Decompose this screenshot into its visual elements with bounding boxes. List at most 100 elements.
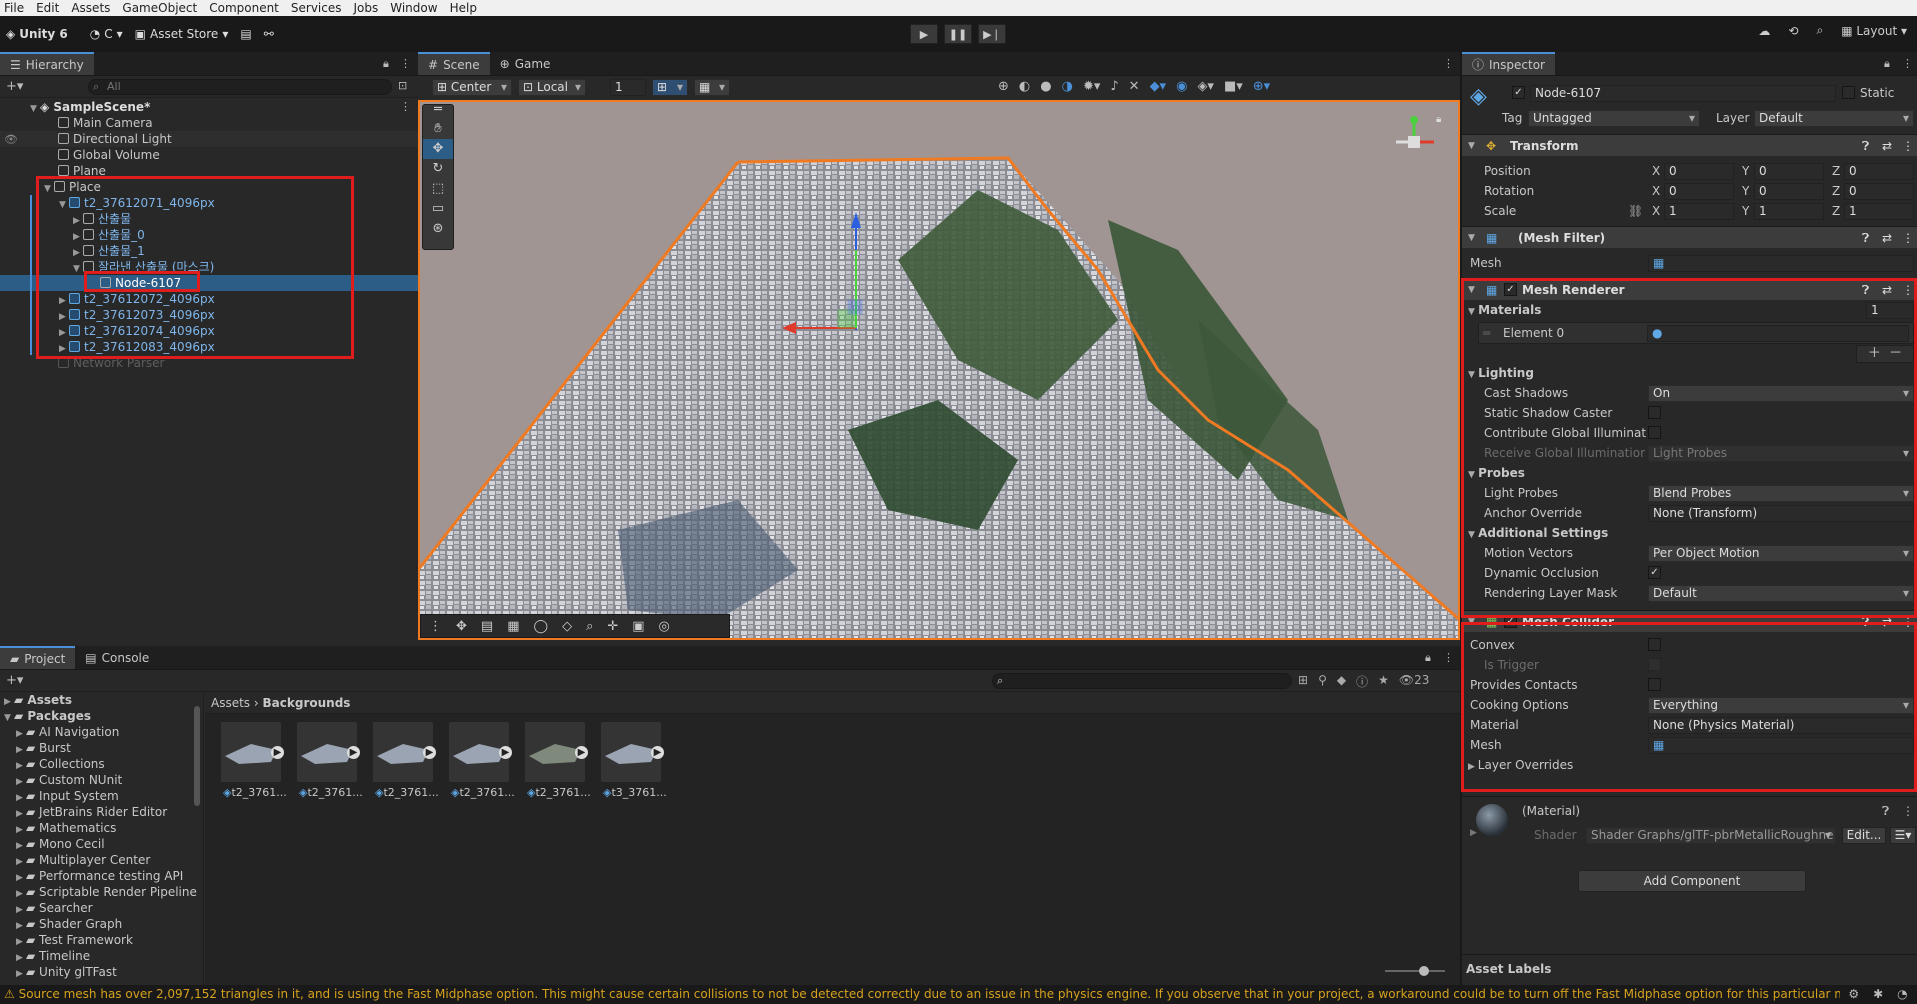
more-icon[interactable]: ⋮ <box>1902 227 1914 249</box>
bug-icon[interactable]: ✱ <box>1873 987 1883 1004</box>
tree-package[interactable]: ▶ ▰ Test Framework <box>16 932 133 948</box>
tab-console[interactable]: ▤ Console <box>75 646 159 669</box>
collider-mesh-field[interactable]: ▦ <box>1648 737 1914 754</box>
tree-package[interactable]: ▶ ▰ AI Navigation <box>16 724 119 740</box>
lock-icon[interactable]: 🔒︎ <box>1436 114 1441 125</box>
active-checkbox[interactable]: ✓ <box>1512 86 1525 99</box>
play-icon[interactable]: ▶ <box>575 746 588 759</box>
wireframe-icon[interactable]: ◑ <box>1062 79 1073 94</box>
help-icon[interactable]: ❓︎ <box>1882 804 1889 819</box>
rotate-tool-icon[interactable]: ↻ <box>423 159 453 179</box>
menu-jobs[interactable]: Jobs <box>354 1 379 15</box>
position-x-input[interactable]: 0 <box>1664 163 1734 180</box>
static-shadow-caster-checkbox[interactable] <box>1648 406 1661 419</box>
scene-root-row[interactable]: ▼ ◈ SampleScene* <box>30 99 150 115</box>
shader-options-icon[interactable]: ☰▾ <box>1890 827 1916 844</box>
tree-package[interactable]: ▶ ▰ Multiplayer Center <box>16 852 150 868</box>
asset-thumbnail[interactable]: ▶ <box>297 722 360 782</box>
project-search-input[interactable]: ⌕ <box>992 673 1292 689</box>
list-item[interactable]: ▼ 잘라낸 산출물 (마스크) <box>73 259 214 275</box>
scale-z-input[interactable]: 1 <box>1844 203 1914 220</box>
tree-package[interactable]: ▶ ▰ Mono Cecil <box>16 836 105 852</box>
tree-package[interactable]: ▶ ▰ Searcher <box>16 900 93 916</box>
rendering-layer-mask-dropdown[interactable]: Default <box>1648 585 1914 602</box>
asset-thumbnail[interactable]: ▶ <box>601 722 664 782</box>
draw-mode-icon[interactable]: ⊕ <box>998 79 1009 94</box>
grid-size-field[interactable]: 1 <box>610 79 646 96</box>
terrain-icon[interactable]: ◇ <box>562 619 572 634</box>
list-item[interactable]: ▼ Place <box>44 179 101 195</box>
menu-services[interactable]: Services <box>291 1 342 15</box>
element0-material-field[interactable]: ● <box>1647 325 1909 342</box>
status-bar[interactable]: ⚠ Source mesh has over 2,097,152 triangl… <box>0 985 1917 1004</box>
account-button[interactable]: ◔ C ▾ <box>84 23 129 45</box>
rotation-z-input[interactable]: 0 <box>1844 183 1914 200</box>
collider-material-field[interactable]: None (Physics Material) <box>1648 717 1914 734</box>
tree-package[interactable]: ▶ ▰ Mathematics <box>16 820 116 836</box>
list-item[interactable]: ▶ t2_37612083_4096px <box>59 339 215 355</box>
menu-help[interactable]: Help <box>450 1 477 15</box>
shaded-icon[interactable]: ● <box>1040 79 1051 94</box>
move-tool-icon[interactable]: ✥ <box>423 139 453 159</box>
pivot-dropdown[interactable]: ⊞ Center <box>432 79 512 96</box>
hand-tool-icon[interactable]: ✋︎ <box>423 119 453 139</box>
rotation-x-input[interactable]: 0 <box>1664 183 1734 200</box>
pivot-icon[interactable]: ✛ <box>607 619 618 634</box>
list-item-selected[interactable]: Node-6107 <box>100 275 181 291</box>
pause-button[interactable]: ❚❚ <box>944 24 972 44</box>
list-item[interactable]: ▼ t2_37612071_4096px <box>59 195 215 211</box>
add-element-button[interactable]: ＋ <box>1868 346 1881 361</box>
add-component-button[interactable]: Add Component <box>1578 870 1806 892</box>
help-icon[interactable]: ❓︎ <box>1862 279 1869 301</box>
help-icon[interactable]: ❓︎ <box>1862 135 1869 157</box>
tree-scrollbar[interactable] <box>194 706 200 806</box>
layout-dropdown[interactable]: ▦ Layout ▾ <box>1841 24 1907 38</box>
camera-icon[interactable]: ■▾ <box>1224 79 1243 94</box>
tree-package[interactable]: ▶ ▰ Custom NUnit <box>16 772 122 788</box>
scene-visibility-icon[interactable]: ⊡ <box>398 79 407 92</box>
mesh-collider-header[interactable]: ▼ ▦ ✓ Mesh Collider ❓︎ ⇄ ⋮ <box>1462 610 1917 632</box>
mesh-filter-header[interactable]: ▼ ▦ (Mesh Filter) ❓︎ ⇄ ⋮ <box>1462 226 1917 248</box>
tree-package[interactable]: ▶ ▰ Unity glTFast <box>16 964 117 980</box>
play-icon[interactable]: ▶ <box>651 746 664 759</box>
scale-y-input[interactable]: 1 <box>1754 203 1824 220</box>
preset-icon[interactable]: ⇄ <box>1882 227 1892 249</box>
contribute-gi-checkbox[interactable] <box>1648 426 1661 439</box>
materials-foldout[interactable]: ▼ Materials <box>1468 303 1541 317</box>
fx-toggle-icon[interactable]: ✕ <box>1129 79 1140 94</box>
move-icon[interactable]: ✥ <box>456 619 467 634</box>
tree-folder-assets[interactable]: ▶ ▰ Assets <box>4 692 72 708</box>
tab-hierarchy[interactable]: ☰ Hierarchy <box>0 52 94 75</box>
lighting-foldout[interactable]: ▼ Lighting <box>1468 366 1534 380</box>
tab-scene[interactable]: # Scene <box>418 52 490 75</box>
gizmos-icon[interactable]: ⊕▾ <box>1253 79 1270 94</box>
tab-project[interactable]: ▰ Project <box>0 646 76 669</box>
scene-viewport[interactable]: 🔒︎ <box>418 100 1460 640</box>
orientation-gizmo[interactable] <box>1384 112 1444 172</box>
more-menu-icon[interactable]: ⋮ <box>1902 57 1913 70</box>
link-icon[interactable]: ⛓︎ <box>1628 204 1643 218</box>
search-by-type-icon[interactable]: ⊞ <box>1298 673 1308 690</box>
list-item[interactable]: ▶ t2_37612072_4096px <box>59 291 215 307</box>
menu-gameobject[interactable]: GameObject <box>122 1 197 15</box>
sphere-icon[interactable]: ◯ <box>534 619 549 634</box>
probes-foldout[interactable]: ▼ Probes <box>1468 466 1525 480</box>
tab-game[interactable]: ⊕ Game <box>490 52 561 75</box>
more-menu-icon[interactable]: ⋮ <box>1443 57 1454 70</box>
play-icon[interactable]: ▶ <box>423 746 436 759</box>
info-icon[interactable]: ⓘ <box>1356 673 1368 690</box>
package-icon[interactable]: ▤ <box>234 23 257 45</box>
layers-icon[interactable]: ◈▾ <box>1197 79 1214 94</box>
list-item[interactable]: ▶ 산출물_1 <box>73 243 145 259</box>
mesh-object-field[interactable]: ▦ <box>1648 255 1914 272</box>
cooking-options-dropdown[interactable]: Everything <box>1648 697 1914 714</box>
thumbnail-size-slider[interactable] <box>1385 966 1445 976</box>
tree-package[interactable]: ▶ ▰ Collections <box>16 756 105 772</box>
rect-tool-icon[interactable]: ▭ <box>423 199 453 219</box>
mesh-renderer-enabled-checkbox[interactable]: ✓ <box>1504 283 1517 296</box>
more-menu-icon[interactable]: ⋮ <box>1443 651 1454 664</box>
align-icon[interactable]: ▤ <box>481 619 493 634</box>
mesh-renderer-header[interactable]: ▼ ▦ ✓ Mesh Renderer ❓︎ ⇄ ⋮ <box>1462 278 1917 300</box>
triangle-right-icon[interactable]: ▶ <box>1470 828 1477 838</box>
transform-header[interactable]: ▼ ✥ Transform ❓︎ ⇄ ⋮ <box>1462 134 1917 156</box>
